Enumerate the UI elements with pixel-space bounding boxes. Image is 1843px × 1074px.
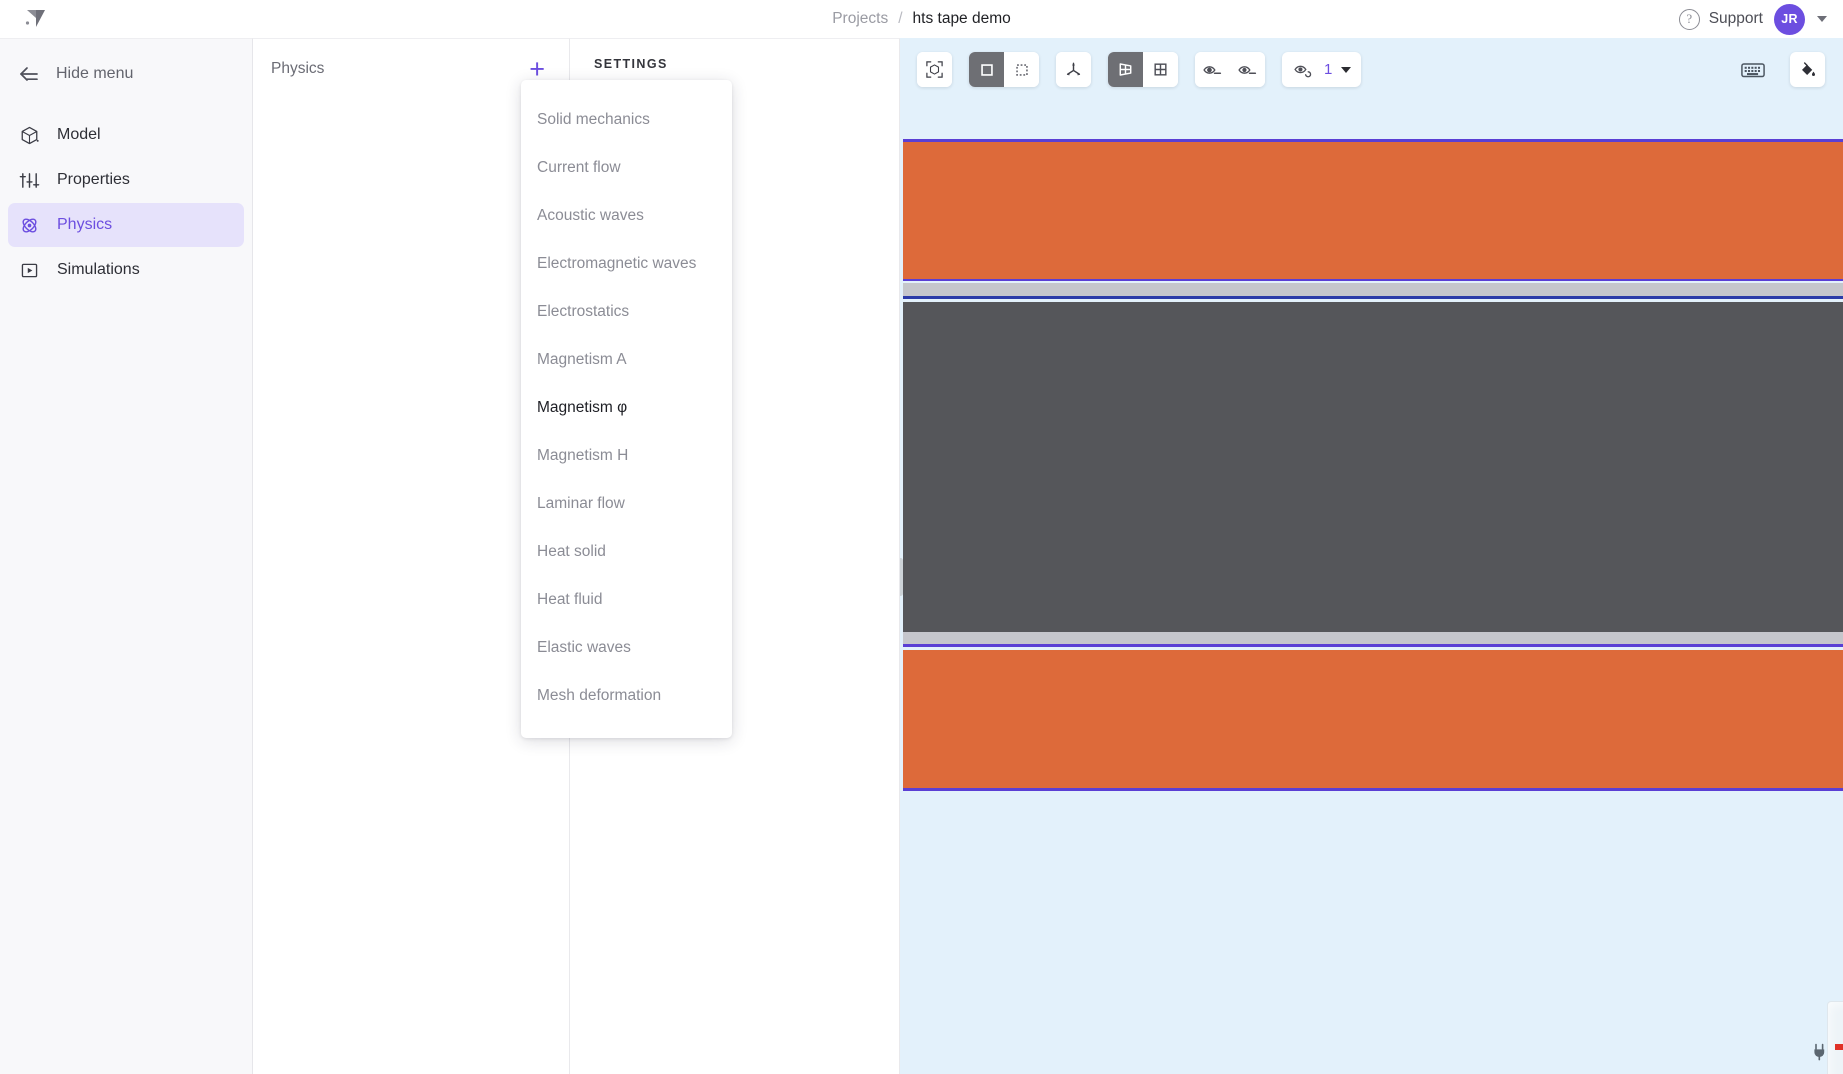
toolbar-group-fit	[917, 52, 952, 87]
top-bar-right-group: ? Support JR	[1678, 0, 1827, 38]
cube-icon	[18, 124, 40, 146]
caret-down-icon[interactable]	[1341, 66, 1352, 73]
toolbar-group-visibility	[1195, 52, 1265, 87]
geometry-layer-copper-bottom[interactable]	[903, 650, 1843, 791]
menu-item-electrostatics[interactable]: Electrostatics	[521, 288, 732, 336]
left-sidebar: Hide menu Model Properties Physics Simul…	[0, 38, 253, 1074]
grid-view-icon[interactable]	[1143, 52, 1178, 87]
menu-item-laminar-flow[interactable]: Laminar flow	[521, 480, 732, 528]
select-box-icon[interactable]	[1004, 52, 1039, 87]
geometry-layer-silver-bottom[interactable]	[903, 630, 1843, 647]
toolbar-group-view-mode	[1108, 52, 1178, 87]
perspective-view-icon[interactable]	[1108, 52, 1143, 87]
breadcrumb-separator: /	[898, 10, 903, 27]
physics-type-dropdown-menu: Solid mechanics Current flow Acoustic wa…	[521, 80, 732, 738]
hide-menu-label: Hide menu	[56, 65, 134, 82]
menu-item-electromagnetic-waves[interactable]: Electromagnetic waves	[521, 240, 732, 288]
viewport-toolbar-right	[1735, 52, 1825, 87]
chevron-down-icon[interactable]	[1817, 16, 1827, 22]
layer-count-selector[interactable]: 1	[1282, 52, 1362, 87]
3d-viewport[interactable]: 1	[900, 38, 1843, 1074]
breadcrumb-projects-link[interactable]: Projects	[832, 10, 888, 28]
menu-item-magnetism-h[interactable]: Magnetism H	[521, 432, 732, 480]
hide-entity-icon[interactable]	[1195, 52, 1230, 87]
axis-orientation-widget[interactable]	[1827, 1001, 1843, 1074]
app-root: Projects / hts tape demo ? Support JR Hi…	[0, 0, 1843, 1074]
plug-connection-icon[interactable]	[1811, 1041, 1829, 1066]
sidebar-item-properties[interactable]: Properties	[8, 158, 244, 202]
axes-transform-icon[interactable]	[1056, 52, 1091, 87]
menu-item-heat-solid[interactable]: Heat solid	[521, 528, 732, 576]
avatar[interactable]: JR	[1774, 3, 1805, 35]
sidebar-nav-list: Model Properties Physics Simulations	[0, 113, 252, 292]
question-circle-icon: ?	[1678, 8, 1700, 30]
menu-item-current-flow[interactable]: Current flow	[521, 144, 732, 192]
select-solid-icon[interactable]	[969, 52, 1004, 87]
sidebar-item-label: Properties	[57, 171, 130, 188]
atom-icon	[18, 214, 40, 236]
menu-item-mesh-deformation[interactable]: Mesh deformation	[521, 672, 732, 720]
menu-item-magnetism-a[interactable]: Magnetism A	[521, 336, 732, 384]
geometry-layer-copper-top[interactable]	[903, 139, 1843, 281]
geometry-layer-substrate[interactable]	[903, 302, 1843, 630]
keyboard-shortcuts-icon[interactable]	[1735, 52, 1770, 87]
sliders-icon	[18, 169, 40, 191]
panel-resize-handle[interactable]	[900, 558, 903, 596]
breadcrumb-current-project[interactable]: hts tape demo	[913, 10, 1011, 28]
sidebar-item-label: Physics	[57, 216, 113, 233]
fill-color-icon[interactable]	[1790, 52, 1825, 87]
page-title: Physics	[271, 60, 325, 77]
menu-item-solid-mechanics[interactable]: Solid mechanics	[521, 96, 732, 144]
breadcrumb: Projects / hts tape demo	[0, 0, 1843, 38]
hide-menu-button[interactable]: Hide menu	[0, 53, 252, 95]
sidebar-item-label: Model	[57, 126, 101, 143]
toolbar-group-selection	[969, 52, 1039, 87]
add-physics-button[interactable]: +	[529, 55, 545, 83]
sidebar-item-simulations[interactable]: Simulations	[8, 248, 244, 292]
settings-panel-title: SETTINGS	[594, 57, 668, 71]
show-entity-icon[interactable]	[1230, 52, 1265, 87]
viewport-toolbar-left: 1	[917, 52, 1362, 87]
toolbar-group-axes	[1056, 52, 1091, 87]
fit-to-view-icon[interactable]	[917, 52, 952, 87]
support-button[interactable]: ? Support	[1678, 8, 1763, 30]
collapse-left-icon	[18, 63, 40, 85]
layer-count-value: 1	[1324, 61, 1333, 78]
support-label: Support	[1708, 10, 1763, 27]
geometry-layer-silver-top[interactable]	[903, 283, 1843, 299]
menu-item-magnetism-phi[interactable]: Magnetism φ	[521, 384, 732, 432]
play-square-icon	[18, 259, 40, 281]
menu-item-heat-fluid[interactable]: Heat fluid	[521, 576, 732, 624]
sidebar-item-label: Simulations	[57, 261, 140, 278]
sidebar-item-model[interactable]: Model	[8, 113, 244, 157]
eye-refresh-icon	[1291, 52, 1315, 87]
menu-item-acoustic-waves[interactable]: Acoustic waves	[521, 192, 732, 240]
top-bar: Projects / hts tape demo ? Support JR	[0, 0, 1843, 38]
menu-item-elastic-waves[interactable]: Elastic waves	[521, 624, 732, 672]
sidebar-item-physics[interactable]: Physics	[8, 203, 244, 247]
